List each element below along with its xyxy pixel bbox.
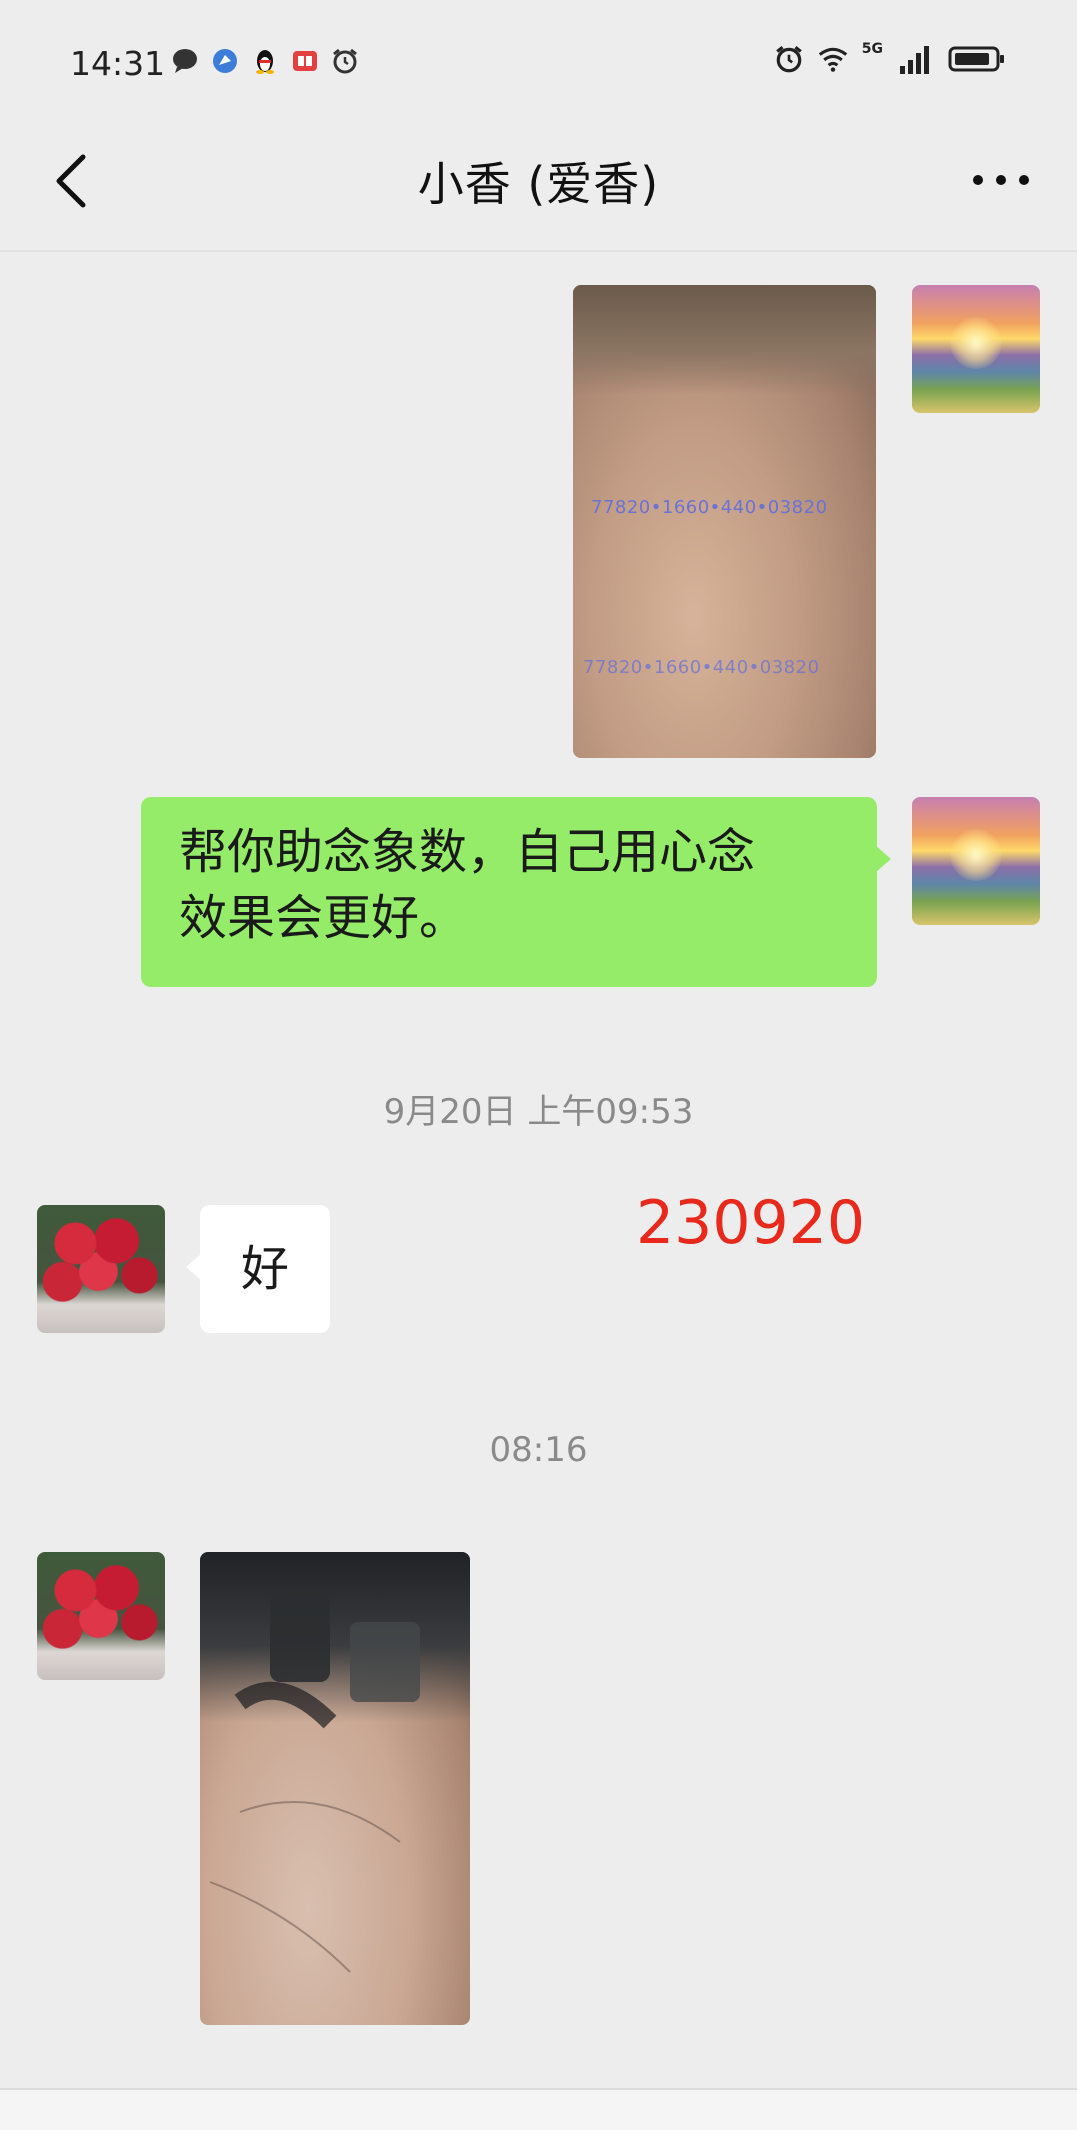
self-avatar[interactable]: [912, 797, 1040, 925]
more-options-button[interactable]: [961, 150, 1041, 210]
alarm-icon: [330, 46, 360, 76]
battery-icon: [947, 44, 1007, 74]
red-annotation-text: 230920: [636, 1188, 866, 1258]
message-timestamp: 08:16: [489, 1430, 588, 1470]
message-timestamp: 9月20日 上午09:53: [383, 1092, 694, 1132]
message-line: 帮你助念象数，自己用心念: [179, 824, 756, 880]
status-icons-left: [170, 46, 360, 76]
chat-title: 小香 (爱香): [417, 157, 660, 211]
book-icon: [290, 46, 320, 76]
chat-bubble-icon: [170, 46, 200, 76]
status-icons-right: 5G: [774, 41, 1007, 74]
received-photo-message[interactable]: [200, 1552, 470, 2025]
sent-photo-message[interactable]: 77820•1660•440•03820 77820•1660•440•0382…: [573, 285, 876, 758]
more-dots-icon: [973, 175, 1029, 185]
browser-icon: [210, 46, 240, 76]
photo-content: [209, 1592, 420, 1973]
sent-text-bubble[interactable]: 帮你助念象数，自己用心念 效果会更好。: [141, 797, 891, 987]
qq-penguin-icon: [250, 46, 280, 76]
network-label: 5G: [861, 41, 883, 57]
peer-avatar[interactable]: [37, 1552, 165, 1680]
header-divider: [0, 250, 1077, 252]
photo-overlay-text: 77820•1660•440•03820: [583, 657, 820, 678]
message-text: 好: [240, 1241, 289, 1297]
received-text-bubble[interactable]: 好: [186, 1205, 330, 1333]
chat-header: 小香 (爱香): [0, 120, 1077, 250]
input-bar: [0, 2090, 1077, 2130]
signal-icon: [897, 44, 933, 74]
photo-overlay-text: 77820•1660•440•03820: [591, 497, 828, 518]
wifi-icon: [818, 44, 848, 74]
self-avatar[interactable]: [912, 285, 1040, 413]
message-line: 效果会更好。: [179, 890, 468, 946]
peer-avatar[interactable]: [37, 1205, 165, 1333]
status-time: 14:31: [70, 44, 166, 83]
status-bar: 14:31 5G: [0, 0, 1077, 120]
alarm-icon: [774, 44, 804, 74]
